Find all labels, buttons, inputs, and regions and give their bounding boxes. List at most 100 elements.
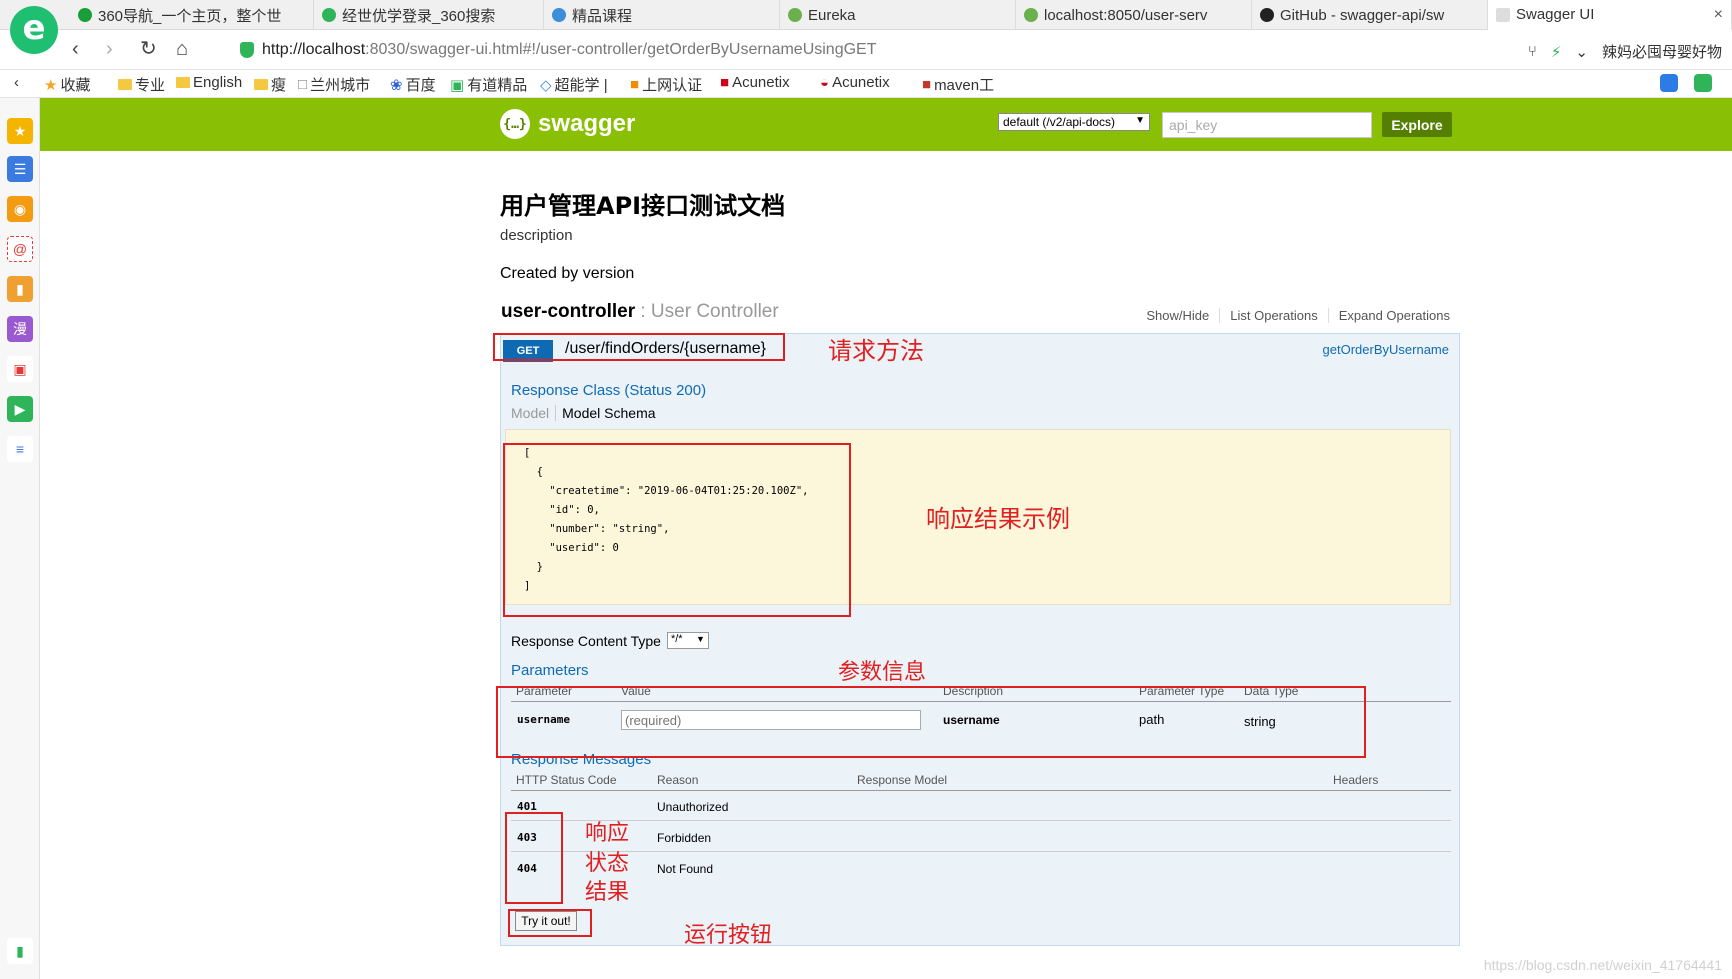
book-icon[interactable]: ▮: [7, 276, 33, 302]
explore-button[interactable]: Explore: [1382, 112, 1452, 137]
controller-heading[interactable]: user-controller : User Controller: [501, 301, 779, 323]
lightning-icon[interactable]: ⚡: [1551, 43, 1562, 61]
maven-icon: ■: [922, 76, 932, 93]
bookmark-label: 超能学 |: [554, 77, 608, 94]
search-hint[interactable]: 辣妈必囤母婴好物: [1602, 41, 1722, 62]
browser-tab[interactable]: GitHub - swagger-api/sw: [1252, 0, 1488, 30]
watermark: https://blog.csdn.net/weixin_41764441: [1483, 957, 1722, 973]
browser-tab-active[interactable]: Swagger UI ×: [1488, 0, 1732, 30]
swagger-header: {…} swagger default (/v2/api-docs) ▼ api…: [40, 98, 1732, 151]
bookmark-label: 收藏: [60, 77, 91, 94]
chevron-down-icon[interactable]: ⌄: [1575, 43, 1588, 61]
api-description: description: [500, 227, 573, 244]
page-title: 用户管理API接口测试文档: [500, 192, 786, 220]
back-icon[interactable]: ‹: [72, 38, 79, 60]
tab-label: Eureka: [808, 6, 856, 24]
bookmark-item[interactable]: ■ maven工: [922, 74, 994, 95]
browser-tab[interactable]: 360导航_一个主页，整个世: [70, 0, 314, 30]
tab-model-schema[interactable]: Model Schema: [556, 405, 655, 421]
folder-icon: [176, 77, 190, 88]
table-row: 401 Unauthorized: [511, 793, 1451, 821]
battery-icon[interactable]: ▮: [7, 938, 33, 964]
api-key-input[interactable]: api_key: [1162, 112, 1372, 138]
response-class-heading: Response Class (Status 200): [511, 382, 707, 399]
browser-tab[interactable]: localhost:8050/user-serv: [1016, 0, 1252, 30]
bookmark-item[interactable]: ■ Acunetix: [720, 74, 790, 91]
tab-favicon-icon: [1496, 7, 1510, 22]
annotation-box-status: [505, 812, 563, 904]
spec-select[interactable]: default (/v2/api-docs) ▼: [998, 113, 1150, 131]
bookmark-label: Acunetix: [732, 74, 790, 91]
swagger-logo-text: swagger: [538, 110, 636, 137]
controller-name: user-controller: [501, 301, 636, 322]
annotation-params: 参数信息: [838, 660, 927, 685]
swagger-logo[interactable]: {…} swagger: [500, 109, 635, 139]
operation-nickname[interactable]: getOrderByUsername: [1323, 342, 1449, 357]
bookmark-item[interactable]: ❀ 百度: [390, 74, 436, 95]
acunetix-icon: ■: [720, 74, 730, 91]
forward-icon[interactable]: ›: [106, 38, 113, 60]
bookmark-item[interactable]: 瘦: [254, 74, 286, 95]
tab-favicon-icon: [78, 8, 92, 22]
controller-desc: : User Controller: [635, 301, 779, 322]
dropdown-arrow-icon: ▼: [696, 634, 705, 644]
browser-sidebar: ★ ☰ ◉ @ ▮ 漫 ▣ ▶ ≡ ▮: [0, 98, 40, 979]
annotation-box-method: [493, 333, 785, 361]
diamond-icon: ◇: [540, 76, 552, 94]
bookmarks-collapse-icon[interactable]: ‹: [14, 74, 19, 91]
auth-icon: ■: [630, 76, 640, 93]
annotation-status-1: 响应: [585, 821, 630, 846]
tab-label: 经世优学登录_360搜索: [342, 7, 496, 25]
acunetix-icon: ◒: [820, 74, 830, 91]
tab-model[interactable]: Model: [511, 405, 557, 421]
share-icon[interactable]: ⑂: [1528, 43, 1537, 60]
content-type-select[interactable]: */* ▼: [666, 632, 709, 649]
comic-icon[interactable]: 漫: [7, 316, 33, 342]
extension-icon[interactable]: [1660, 74, 1678, 92]
refresh-icon[interactable]: ↻: [140, 38, 157, 60]
extension-icon[interactable]: [1694, 74, 1712, 92]
weibo-icon[interactable]: ◉: [7, 196, 33, 222]
bookmark-item[interactable]: ▣ 有道精品: [450, 74, 527, 95]
bookmark-item[interactable]: ◇ 超能学 |: [540, 74, 608, 95]
expand-operations-link[interactable]: Expand Operations: [1329, 308, 1450, 323]
browser-tab[interactable]: Eureka: [780, 0, 1016, 30]
version-text: Created by version: [500, 265, 635, 282]
controller-links: Show/Hide List Operations Expand Operati…: [1136, 308, 1450, 323]
content-type-label: Response Content Type: [511, 632, 661, 649]
news-icon[interactable]: ☰: [7, 156, 33, 182]
content-type-value: */*: [670, 633, 683, 645]
browser-tab[interactable]: 经世优学登录_360搜索: [314, 0, 544, 30]
bookmark-item[interactable]: ■ 上网认证: [630, 74, 702, 95]
browser-tab[interactable]: 精品课程: [544, 0, 780, 30]
url-field[interactable]: http://localhost:8030/swagger-ui.html#!/…: [262, 41, 877, 59]
document-icon[interactable]: ≡: [7, 436, 33, 462]
col-headers: Headers: [1333, 773, 1379, 787]
bookmark-item[interactable]: □ 兰州城市: [298, 74, 370, 95]
table-row: 404 Not Found: [511, 855, 1451, 883]
folder-icon: [254, 79, 268, 90]
favorites-icon[interactable]: ★: [7, 118, 33, 144]
model-tabs: Model Model Schema: [511, 405, 656, 421]
baidu-icon: ❀: [390, 76, 403, 94]
annotation-status-3: 结果: [585, 880, 630, 905]
video-icon[interactable]: ▶: [7, 396, 33, 422]
bookmark-item[interactable]: English: [176, 74, 242, 91]
bookmark-item[interactable]: ★ 收藏: [44, 74, 90, 95]
bookmark-label: maven工: [934, 77, 995, 94]
spec-select-value: default (/v2/api-docs): [1003, 115, 1116, 129]
bookmark-item[interactable]: 专业: [118, 74, 165, 95]
mail-icon[interactable]: @: [7, 236, 33, 262]
status-reason: Forbidden: [657, 831, 712, 845]
game-icon[interactable]: ▣: [7, 356, 33, 382]
home-icon[interactable]: ⌂: [176, 38, 188, 60]
close-icon[interactable]: ×: [1714, 6, 1723, 24]
bookmark-item[interactable]: ◒ Acunetix: [820, 74, 890, 91]
browser-logo[interactable]: e: [10, 6, 58, 54]
tab-label: GitHub - swagger-api/sw: [1280, 6, 1445, 24]
show-hide-link[interactable]: Show/Hide: [1136, 308, 1221, 323]
address-bar: ‹ › ↻ ⌂ http://localhost:8030/swagger-ui…: [0, 30, 1732, 70]
tab-favicon-icon: [552, 8, 566, 22]
list-operations-link[interactable]: List Operations: [1220, 308, 1329, 323]
status-reason: Not Found: [657, 862, 714, 876]
